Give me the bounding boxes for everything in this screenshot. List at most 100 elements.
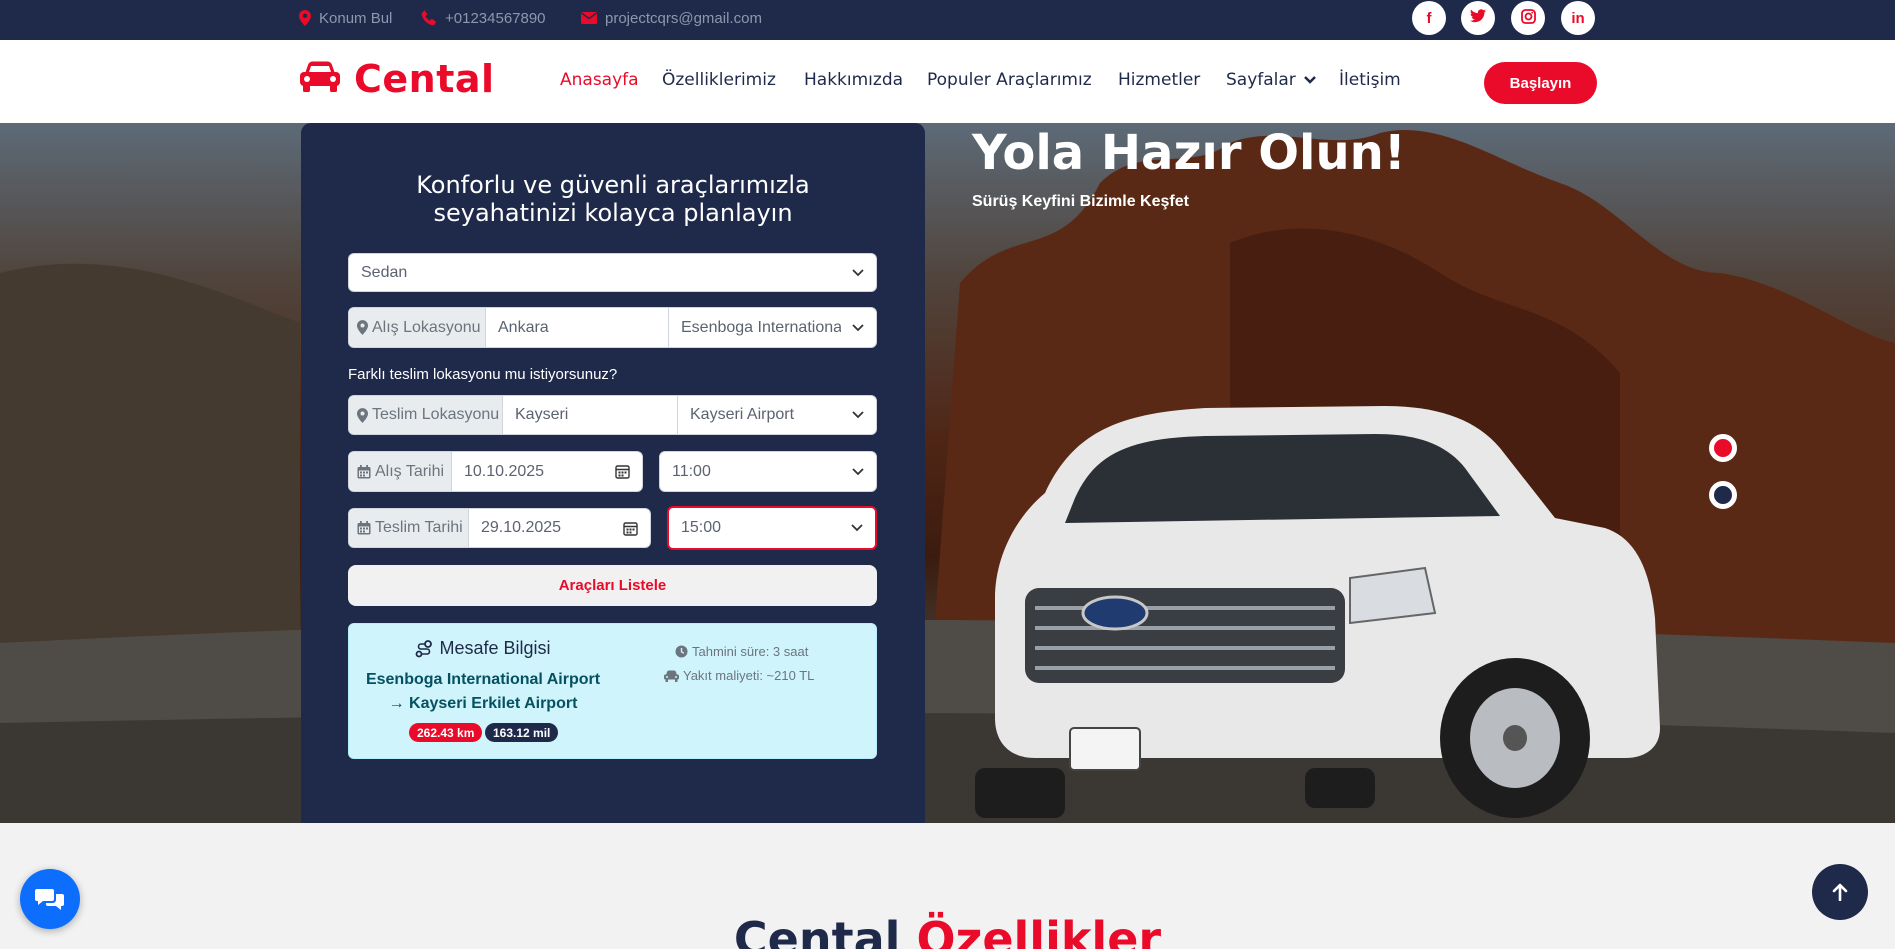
nav-home[interactable]: Anasayfa xyxy=(560,70,639,90)
email-link[interactable]: projectcqrs@gmail.com xyxy=(581,0,762,36)
logo[interactable]: Cental xyxy=(300,54,495,104)
calendar-picker-icon[interactable] xyxy=(623,521,638,536)
duration-info: Tahmini süre: 3 saat xyxy=(675,644,808,659)
suv-car-image xyxy=(975,406,1660,818)
pickup-place-select[interactable]: Esenboga International Airport xyxy=(669,308,876,347)
facebook-icon: f xyxy=(1426,9,1432,27)
pickup-place-value: Esenboga International Airport xyxy=(681,318,841,336)
pickup-time-select[interactable]: 11:00 xyxy=(659,451,877,492)
linkedin-button[interactable]: in xyxy=(1561,1,1595,35)
nav-about[interactable]: Hakkımızda xyxy=(804,70,903,90)
email-text: projectcqrs@gmail.com xyxy=(605,9,762,27)
car-icon xyxy=(664,670,679,682)
car-type-select[interactable]: Sedan xyxy=(348,253,877,292)
distance-title-text: Mesafe Bilgisi xyxy=(439,638,551,658)
calendar-icon xyxy=(357,521,371,535)
location-text: Konum Bul xyxy=(319,9,393,27)
map-pin-icon xyxy=(299,10,311,26)
different-dropoff-label: Farklı teslim lokasyonu mu istiyorsunuz? xyxy=(348,366,618,383)
envelope-icon xyxy=(581,12,597,24)
duration-text: Tahmini süre: 3 saat xyxy=(692,644,809,659)
car-type-value: Sedan xyxy=(361,263,408,281)
map-pin-icon xyxy=(357,320,368,335)
top-bar: Konum Bul +01234567890 projectcqrs@gmail… xyxy=(0,0,1895,40)
dropoff-date-addon: Teslim Tarihi xyxy=(349,509,469,547)
chat-button[interactable] xyxy=(20,869,80,929)
location-link[interactable]: Konum Bul xyxy=(299,0,392,36)
nav-features[interactable]: Özelliklerimiz xyxy=(662,70,776,90)
dropoff-date-value: 29.10.2025 xyxy=(481,519,562,536)
pickup-city-input[interactable]: Ankara xyxy=(486,308,669,347)
logo-text: Cental xyxy=(354,57,495,101)
dropoff-place-select[interactable]: Kayseri Airport xyxy=(678,396,876,434)
booking-title-line-2: seyahatinizi kolayca planlayın xyxy=(433,199,793,227)
chevron-down-icon xyxy=(852,467,864,476)
pickup-date-group: Alış Tarihi 10.10.2025 xyxy=(348,451,643,492)
instagram-icon xyxy=(1520,8,1536,28)
section-title-part-1: Cental xyxy=(733,912,901,949)
phone-text: +01234567890 xyxy=(445,9,546,27)
route-icon xyxy=(415,639,433,658)
dropoff-time-value: 15:00 xyxy=(681,519,722,536)
carousel-dot-2[interactable] xyxy=(1709,481,1737,509)
nav-pages-dropdown[interactable]: Sayfalar xyxy=(1226,70,1316,90)
dropoff-date-input[interactable]: 29.10.2025 xyxy=(469,509,650,547)
phone-link[interactable]: +01234567890 xyxy=(421,0,546,36)
twitter-button[interactable] xyxy=(1461,1,1495,35)
dropoff-city-input[interactable]: Kayseri xyxy=(503,396,678,434)
nav-services[interactable]: Hizmetler xyxy=(1118,70,1200,90)
calendar-icon xyxy=(357,464,371,479)
nav-popular-cars[interactable]: Populer Araçlarımız xyxy=(927,70,1092,90)
features-section-title: Cental Özellikler xyxy=(0,912,1895,949)
carousel-dot-1[interactable] xyxy=(1709,434,1737,462)
arrow-up-icon xyxy=(1832,883,1848,901)
pickup-date-addon: Alış Tarihi xyxy=(349,452,452,491)
chevron-down-icon xyxy=(851,524,863,532)
section-title-part-2: Özellikler xyxy=(916,912,1162,949)
pickup-location-addon: Alış Lokasyonu xyxy=(349,308,486,347)
main-header: Cental Anasayfa Özelliklerimiz Hakkımızd… xyxy=(0,40,1895,123)
hero-title: Yola Hazır Olun! xyxy=(972,125,1406,181)
booking-title: Konforlu ve güvenli araçlarımızla seyaha… xyxy=(301,171,925,227)
pickup-date-input[interactable]: 10.10.2025 xyxy=(452,452,642,491)
back-to-top-button[interactable] xyxy=(1812,864,1868,920)
pickup-location-group: Alış Lokasyonu Ankara Esenboga Internati… xyxy=(348,307,877,348)
booking-title-line-1: Konforlu ve güvenli araçlarımızla xyxy=(416,171,810,199)
nav-pages-label: Sayfalar xyxy=(1226,70,1296,90)
chevron-down-icon xyxy=(852,411,864,419)
calendar-picker-icon[interactable] xyxy=(615,464,630,479)
route-text: Esenboga International Airport → Kayseri… xyxy=(349,668,617,716)
facebook-button[interactable]: f xyxy=(1412,1,1446,35)
dropoff-place-value: Kayseri Airport xyxy=(690,406,795,423)
dropoff-time-select[interactable]: 15:00 xyxy=(667,506,877,550)
nav-contact[interactable]: İletişim xyxy=(1339,70,1401,90)
chevron-down-icon xyxy=(852,268,864,277)
distance-info-box: Mesafe Bilgisi Esenboga International Ai… xyxy=(348,623,877,759)
pickup-time-value: 11:00 xyxy=(672,462,711,480)
map-pin-icon xyxy=(357,407,368,423)
linkedin-icon: in xyxy=(1571,9,1585,27)
pickup-location-label: Alış Lokasyonu xyxy=(372,318,481,336)
hero-subtitle: Sürüş Keyfini Bizimle Keşfet xyxy=(972,193,1189,210)
distance-miles-badge: 163.12 mil xyxy=(485,723,559,742)
get-started-button[interactable]: Başlayın xyxy=(1484,62,1597,104)
chevron-down-icon xyxy=(852,323,864,332)
dropoff-location-group: Teslim Lokasyonu Kayseri Kayseri Airport xyxy=(348,395,877,435)
pickup-date-value: 10.10.2025 xyxy=(464,462,545,480)
instagram-button[interactable] xyxy=(1511,1,1545,35)
fuel-info: Yakıt maliyeti: ~210 TL xyxy=(664,668,814,683)
clock-icon xyxy=(675,645,688,658)
hero-carousel: Yola Hazır Olun! Sürüş Keyfini Bizimle K… xyxy=(0,123,1895,823)
twitter-icon xyxy=(1470,9,1486,27)
list-cars-button[interactable]: Araçları Listele xyxy=(348,565,877,606)
fuel-text: Yakıt maliyeti: ~210 TL xyxy=(683,668,815,683)
dropoff-date-group: Teslim Tarihi 29.10.2025 xyxy=(348,508,651,548)
dropoff-location-label: Teslim Lokasyonu xyxy=(372,406,500,423)
car-logo-icon xyxy=(300,61,340,97)
pickup-date-label: Alış Tarihi xyxy=(375,462,445,480)
distance-info-title: Mesafe Bilgisi xyxy=(349,638,617,659)
chat-bubbles-icon xyxy=(35,887,65,911)
dropoff-location-addon: Teslim Lokasyonu xyxy=(349,396,503,434)
route-to: → Kayseri Erkilet Airport xyxy=(388,695,578,712)
distance-km-badge: 262.43 km xyxy=(409,723,483,742)
